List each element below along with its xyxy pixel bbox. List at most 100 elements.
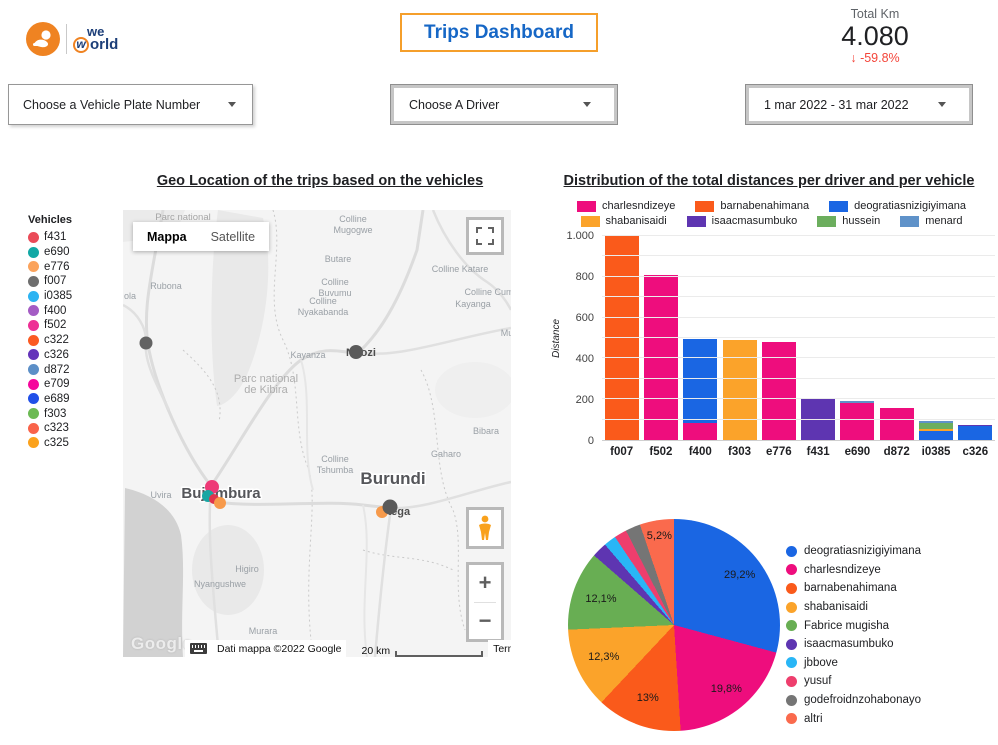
pie-legend-item: deogratiasnizigiyimana (786, 542, 921, 561)
pie-slice-percentage: 29,2% (724, 569, 755, 581)
map-attribution: Dati mappa ©2022 Google 20 km Termini e … (123, 640, 511, 657)
trip-marker[interactable] (383, 500, 398, 515)
map-zoom-control[interactable]: + − (466, 562, 504, 642)
pie-slice-percentage: 5,2% (647, 530, 672, 542)
legend-label: isaacmasumbuko (712, 215, 798, 227)
driver-filter[interactable]: Choose A Driver (390, 84, 618, 125)
vehicle-legend-item: e709 (28, 377, 118, 392)
pie-slice-percentage: 19,8% (711, 683, 742, 695)
vehicle-color-dot (28, 437, 39, 448)
vehicle-color-dot (28, 232, 39, 243)
gridline (602, 317, 995, 318)
map-place-label: Nyakabanda (298, 307, 349, 317)
map-place-label: Colline Katare (432, 264, 489, 274)
bar-legend-item: shabanisaidi (581, 215, 667, 227)
vehicle-legend-label: d872 (44, 364, 70, 376)
gridline (602, 255, 995, 256)
bar-chart-plot-area (602, 236, 995, 441)
chevron-down-icon (938, 102, 946, 107)
legend-label: hussein (842, 215, 880, 227)
vehicle-legend-label: c322 (44, 334, 69, 346)
vehicle-legend-item: e689 (28, 392, 118, 407)
vehicle-legend-label: e690 (44, 246, 70, 258)
y-tick-label: 0 (588, 435, 594, 447)
bar-legend-item: deogratiasnizigiyimana (829, 200, 966, 212)
vehicle-color-dot (28, 291, 39, 302)
bar-segment (958, 426, 992, 440)
vehicle-color-dot (28, 261, 39, 272)
map-canvas[interactable]: Parc nationalCollineMugogweButareColline… (123, 210, 511, 657)
legend-swatch (577, 201, 596, 212)
vehicle-legend-item: e776 (28, 259, 118, 274)
map-type-satellite-button[interactable]: Satellite (211, 230, 255, 244)
map-place-label: Tshumba (317, 465, 354, 475)
driver-color-dot (786, 639, 797, 650)
date-range-filter[interactable]: 1 mar 2022 - 31 mar 2022 (745, 84, 973, 125)
map-place-label: Murara (249, 626, 278, 636)
fullscreen-button[interactable] (466, 217, 504, 255)
stacked-bar (683, 339, 717, 440)
map-type-control[interactable]: Mappa Satellite (133, 222, 269, 251)
driver-pie-chart: 29,2%19,8%13%12,3%12,1%5,2% deogratiasni… (556, 500, 996, 745)
driver-filter-label: Choose A Driver (409, 98, 499, 112)
trip-marker[interactable] (214, 497, 226, 509)
vehicle-color-dot (28, 335, 39, 346)
vehicle-legend-label: e709 (44, 378, 70, 390)
map-place-label: Nyangushwe (194, 579, 246, 589)
logo-orld-text: orld (90, 39, 118, 50)
logo-text: we world (73, 26, 118, 53)
x-axis-label: i0385 (916, 446, 955, 458)
keyboard-icon (190, 643, 207, 654)
map-place-label: Kayanga (455, 299, 491, 309)
bar-segment (880, 408, 914, 440)
driver-legend-label: isaacmasumbuko (804, 638, 893, 650)
vehicle-legend-item: f007 (28, 274, 118, 289)
keyboard-shortcuts-button[interactable] (185, 640, 212, 657)
map-terms-link[interactable]: Termini e condizioni d'uso (488, 640, 511, 657)
map-place-label: Higiro (235, 564, 259, 574)
x-axis-label: f502 (641, 446, 680, 458)
trip-marker[interactable] (349, 345, 363, 359)
zoom-out-button[interactable]: − (469, 602, 501, 639)
map-place-label: Butare (325, 254, 352, 264)
legend-label: barnabenahimana (720, 200, 809, 212)
driver-color-dot (786, 546, 797, 557)
pie-slice-percentage: 12,1% (585, 593, 616, 605)
pie-legend-item: isaacmasumbuko (786, 635, 921, 654)
vehicle-filter-label: Choose a Vehicle Plate Number (23, 98, 200, 112)
zoom-in-button[interactable]: + (469, 565, 501, 602)
driver-legend-label: shabanisaidi (804, 601, 868, 613)
vehicle-legend-label: e776 (44, 261, 70, 273)
y-tick-label: 800 (576, 271, 594, 283)
bar-legend-item: menard (900, 215, 962, 227)
street-view-pegman-button[interactable] (466, 507, 504, 549)
map-data-attribution: Dati mappa ©2022 Google (212, 640, 346, 657)
pie-legend-item: yusuf (786, 672, 921, 691)
vehicle-plate-filter[interactable]: Choose a Vehicle Plate Number (8, 84, 253, 125)
vehicle-legend-item: f431 (28, 230, 118, 245)
map-place-label: Mu (501, 328, 511, 338)
weworld-logo-icon (26, 22, 60, 56)
y-tick-label: 400 (576, 353, 594, 365)
map-place-label: Colline Cumba (464, 287, 511, 297)
pie-legend-item: jbbove (786, 654, 921, 673)
bar-legend-item: charlesndizeye (577, 200, 675, 212)
map-type-map-button[interactable]: Mappa (147, 230, 187, 244)
vehicle-legend-item: c322 (28, 333, 118, 348)
vehicle-color-dot (28, 276, 39, 287)
gridline (602, 296, 995, 297)
pie-legend-item: altri (786, 709, 921, 728)
map-place-label: Mugogwe (333, 225, 372, 235)
total-km-scorecard: Total Km 4.080 ↓ -59.8% (818, 7, 932, 65)
vehicle-legend-label: c325 (44, 437, 69, 449)
delta-down-arrow-icon: ↓ (850, 51, 856, 65)
geo-section-title: Geo Location of the trips based on the v… (118, 173, 522, 189)
vehicle-color-dot (28, 349, 39, 360)
vehicle-color-dot (28, 305, 39, 316)
trip-marker[interactable] (140, 337, 153, 350)
driver-legend-label: altri (804, 713, 823, 725)
driver-color-dot (786, 602, 797, 613)
x-axis-label: f303 (720, 446, 759, 458)
bar-legend-item: barnabenahimana (695, 200, 809, 212)
legend-label: menard (925, 215, 962, 227)
